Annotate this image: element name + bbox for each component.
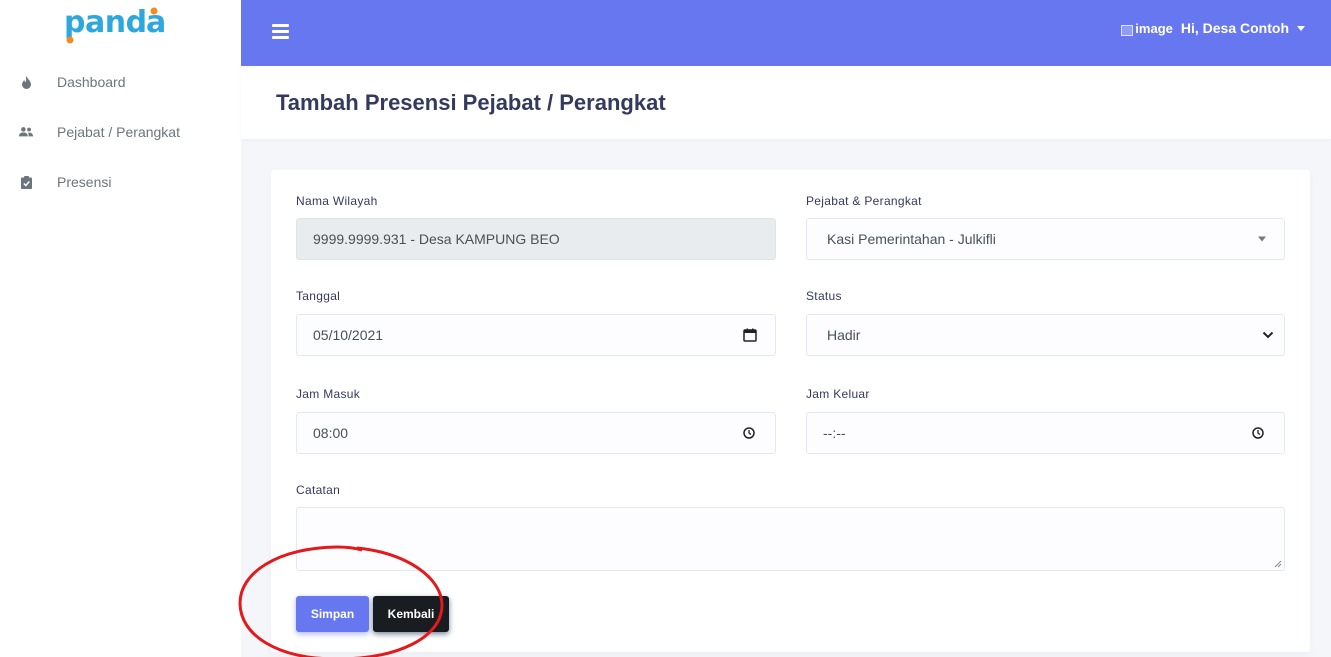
section-header: Tambah Presensi Pejabat / Perangkat	[241, 66, 1331, 139]
jam-masuk-time-input[interactable]: 08:00	[296, 412, 776, 454]
user-avatar: image	[1121, 21, 1173, 36]
panda-logo-icon: pand a	[64, 5, 166, 44]
caret-down-icon	[1258, 236, 1266, 242]
save-button[interactable]: Simpan	[296, 596, 369, 632]
resize-handle-icon[interactable]	[1274, 560, 1282, 568]
top-navbar: image Hi, Desa Contoh	[241, 0, 1331, 66]
catatan-textarea[interactable]	[296, 507, 1285, 571]
clipboard-check-icon	[19, 175, 33, 189]
pejabat-select[interactable]: Kasi Pemerintahan - Julkifli	[806, 218, 1285, 260]
menu-toggle-icon[interactable]	[272, 24, 289, 39]
sidebar-item-pejabat[interactable]: Pejabat / Perangkat	[0, 112, 241, 152]
tanggal-date-input[interactable]: 05/10/2021	[296, 314, 776, 356]
label-nama-wilayah: Nama Wilayah	[296, 194, 378, 208]
sidebar-item-label: Dashboard	[57, 74, 126, 90]
page-title: Tambah Presensi Pejabat / Perangkat	[276, 90, 666, 115]
status-select[interactable]: Hadir	[806, 314, 1285, 356]
jam-keluar-time-input[interactable]: --:--	[806, 412, 1285, 454]
label-pejabat: Pejabat & Perangkat	[806, 194, 922, 208]
users-icon	[19, 125, 33, 139]
sidebar: pand a Dashboard Pejabat / Perangkat Pre…	[0, 0, 241, 657]
sidebar-item-dashboard[interactable]: Dashboard	[0, 62, 241, 102]
svg-text:pand: pand	[64, 6, 147, 40]
calendar-icon[interactable]	[743, 328, 757, 342]
sidebar-item-presensi[interactable]: Presensi	[0, 162, 241, 202]
label-tanggal: Tanggal	[296, 289, 341, 303]
broken-image-icon	[1121, 24, 1134, 36]
user-greeting: Hi, Desa Contoh	[1180, 20, 1289, 36]
label-jam-masuk: Jam Masuk	[296, 387, 361, 401]
back-button[interactable]: Kembali	[373, 596, 449, 632]
sidebar-item-label: Pejabat / Perangkat	[57, 124, 180, 140]
chevron-down-icon	[1297, 25, 1305, 31]
label-catatan: Catatan	[296, 483, 341, 497]
chevron-down-icon	[1262, 331, 1274, 339]
label-status: Status	[806, 289, 842, 303]
label-jam-keluar: Jam Keluar	[806, 387, 870, 401]
user-dropdown[interactable]: image Hi, Desa Contoh	[1121, 20, 1305, 36]
clock-icon[interactable]	[1252, 427, 1264, 439]
fire-icon	[19, 75, 33, 89]
sidebar-item-label: Presensi	[57, 174, 112, 190]
nama-wilayah-field: 9999.9999.931 - Desa KAMPUNG BEO	[296, 218, 776, 260]
brand-logo[interactable]: pand a	[64, 5, 168, 55]
clock-icon[interactable]	[743, 427, 755, 439]
